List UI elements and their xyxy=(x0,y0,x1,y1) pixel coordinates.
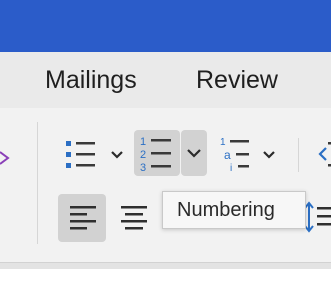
chevron-down-icon xyxy=(263,151,275,159)
multilevel-dropdown[interactable] xyxy=(260,146,278,164)
multilevel-list-button[interactable]: 1 a i xyxy=(216,134,254,174)
decrease-indent-icon[interactable] xyxy=(318,138,331,170)
numbered-list-icon: 1 2 3 xyxy=(140,136,171,174)
ribbon-bottom-edge xyxy=(0,262,331,269)
line-spacing-icon xyxy=(304,201,331,233)
button-separator xyxy=(298,138,299,172)
group-separator xyxy=(37,122,38,244)
multilevel-glyph: i xyxy=(230,163,232,174)
multilevel-list-icon: 1 a i xyxy=(220,137,249,174)
tab-mailings[interactable]: Mailings xyxy=(45,66,137,95)
numbering-button[interactable]: 1 2 3 xyxy=(134,130,180,176)
numbering-digit: 3 xyxy=(140,162,146,174)
purple-arrow-icon[interactable] xyxy=(0,144,10,172)
chevron-down-icon xyxy=(111,151,123,159)
line-spacing-button[interactable] xyxy=(302,200,331,234)
numbering-digit: 2 xyxy=(140,149,146,161)
document-area xyxy=(0,269,331,293)
tab-review[interactable]: Review xyxy=(196,66,278,95)
align-center-button[interactable] xyxy=(112,194,156,242)
bullets-button[interactable] xyxy=(62,136,100,174)
bulleted-list-icon xyxy=(66,141,95,168)
numbering-digit: 1 xyxy=(140,136,146,148)
title-bar xyxy=(0,0,331,52)
word-window-crop: Mailings Review 1 2 3 1 a i Numbering xyxy=(0,0,331,293)
align-left-icon xyxy=(70,206,96,230)
bullets-dropdown[interactable] xyxy=(108,146,126,164)
align-center-icon xyxy=(121,206,147,230)
numbering-dropdown[interactable] xyxy=(181,130,207,176)
chevron-down-icon xyxy=(187,149,201,158)
align-left-button[interactable] xyxy=(58,194,106,242)
multilevel-glyph: 1 xyxy=(220,137,226,148)
numbering-tooltip: Numbering xyxy=(162,191,306,229)
multilevel-glyph: a xyxy=(224,148,231,162)
